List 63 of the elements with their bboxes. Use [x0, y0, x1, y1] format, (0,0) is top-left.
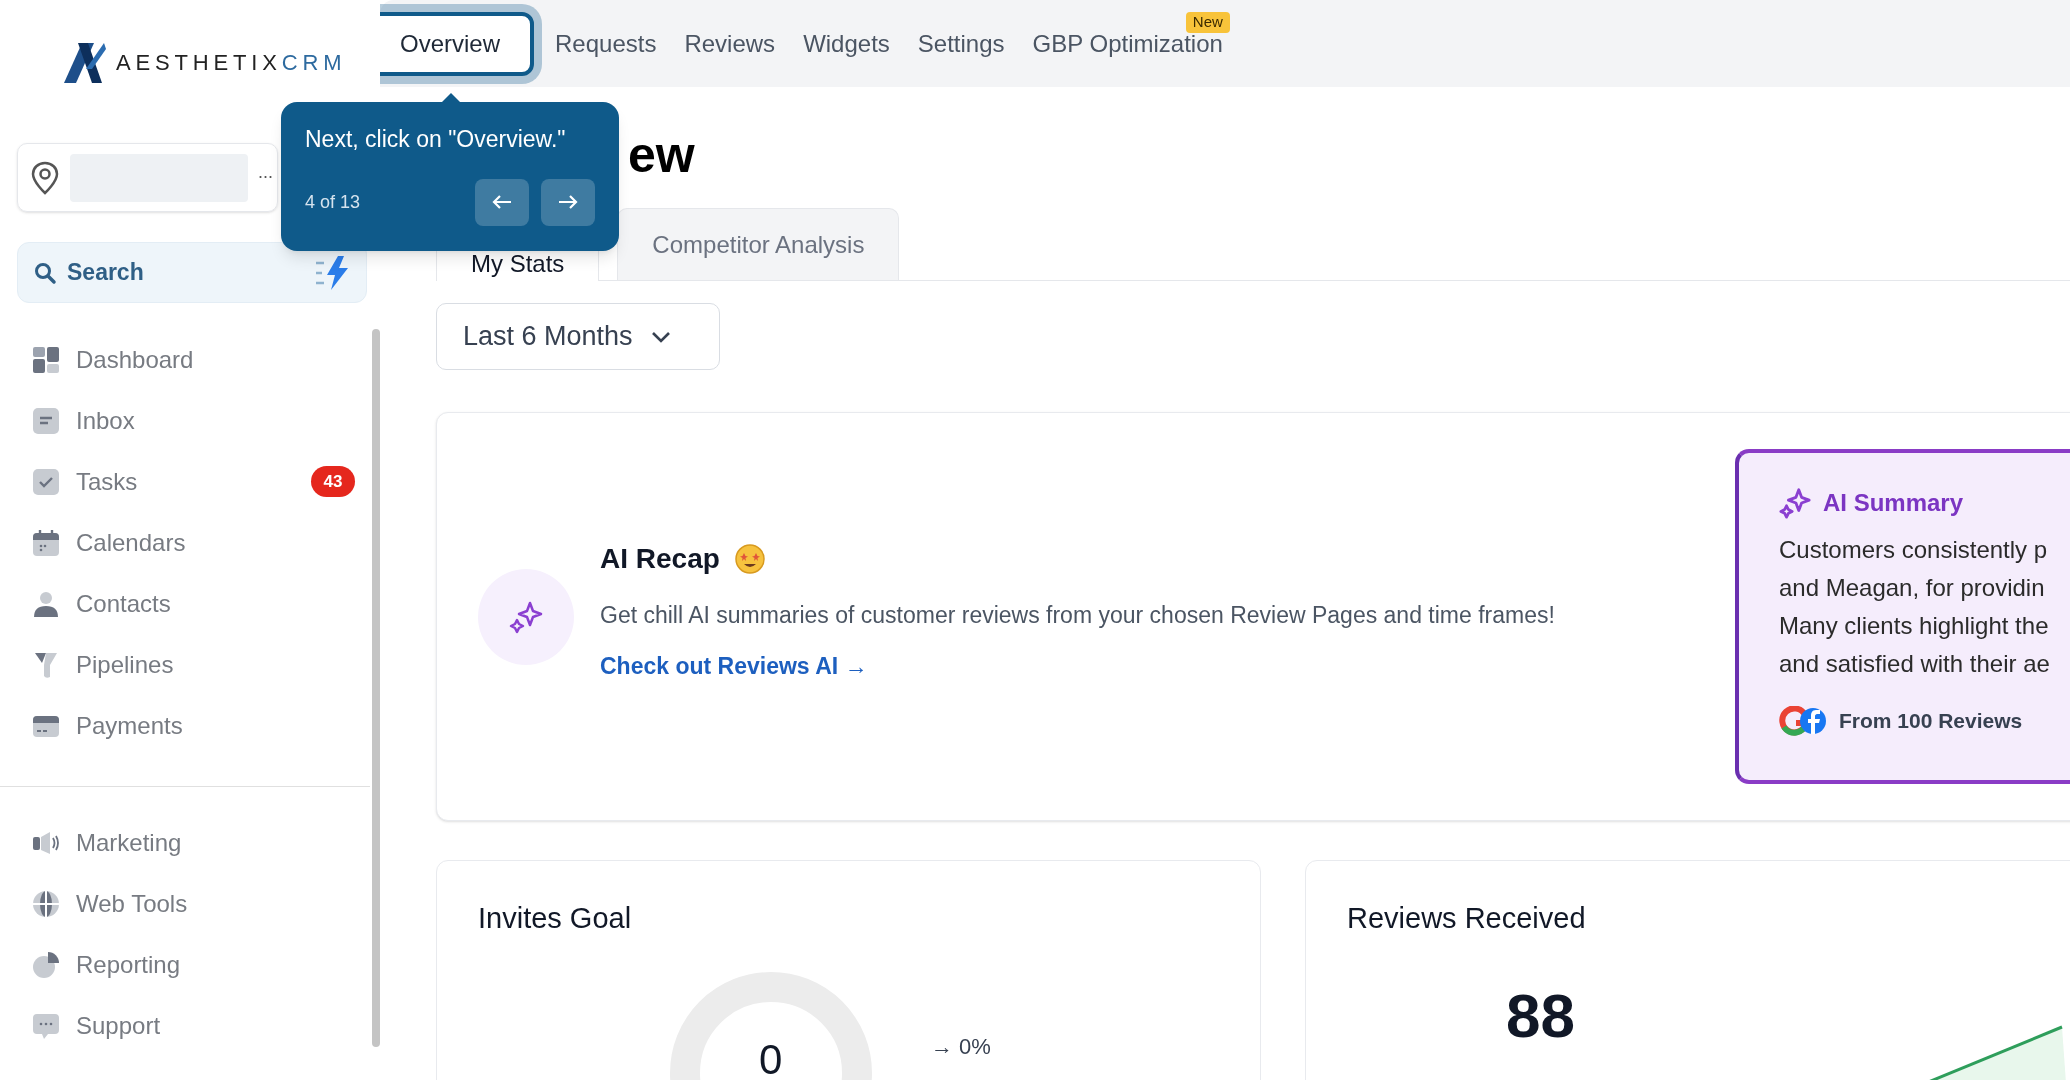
search-icon	[33, 260, 57, 285]
nav-tab[interactable]: Widgets	[790, 11, 903, 76]
brand-name: AESTHETIX	[116, 48, 282, 77]
step-counter: 4 of 13	[305, 190, 362, 214]
page-title: ew	[628, 126, 695, 185]
count-badge: 43	[311, 466, 355, 497]
ai-recap-title: AI Recap	[600, 542, 720, 576]
sparkle-icon	[1779, 487, 1811, 519]
summary-text-line: and satisfied with their ae	[1779, 649, 2050, 679]
nav-tab[interactable]: Settings	[904, 11, 1018, 76]
sidebar-item[interactable]: Reporting	[0, 934, 355, 995]
new-badge: New	[1185, 11, 1230, 33]
scrollbar[interactable]	[372, 329, 380, 1047]
nav-tab[interactable]: Requests	[542, 11, 670, 76]
summary-text-line: Customers consistently p	[1779, 535, 2048, 565]
sidebar-item[interactable]: Support	[0, 995, 355, 1056]
sidebar-item[interactable]: Web Tools	[0, 873, 355, 934]
location-pin-icon	[30, 160, 60, 195]
sparkle-icon	[509, 599, 543, 634]
review-count-label: From 100 Reviews	[1839, 708, 2023, 734]
next-button[interactable]	[541, 178, 595, 226]
sidebar-item[interactable]: Calendars	[0, 512, 355, 573]
card-title: Invites Goal	[478, 902, 632, 934]
brand-accent: CRM	[281, 48, 347, 77]
sidebar-item[interactable]: Dashboard	[0, 329, 355, 390]
sidebar-item[interactable]: Contacts	[0, 573, 355, 634]
pie-chart-icon	[32, 950, 60, 979]
more-glyph[interactable]: ...	[258, 159, 273, 186]
previous-button[interactable]	[475, 178, 529, 226]
card-title: Reviews Received	[1347, 902, 1586, 934]
checkbox-icon	[32, 467, 60, 496]
search-button[interactable]: Search	[17, 242, 367, 303]
nav-tab[interactable]: Reviews	[671, 11, 789, 76]
chat-bubble-icon	[32, 1011, 60, 1040]
inbox-icon	[32, 406, 60, 435]
arrow-right-icon	[558, 194, 578, 210]
reviews-ai-link[interactable]: Check out Reviews AI →	[600, 648, 868, 683]
ai-summary-title: AI Summary	[1823, 488, 1964, 518]
calendar-icon	[32, 528, 60, 557]
tooltip-message: Next, click on "Overview."	[305, 125, 567, 154]
person-icon	[32, 589, 60, 618]
chevron-down-icon	[650, 330, 671, 343]
stats-tab[interactable]: Competitor Analysis	[617, 208, 900, 280]
gauge-value: 0	[759, 1039, 783, 1080]
ai-recap-description: Get chill AI summaries of customer reviews from your chosen Review Pages and time frames!	[600, 601, 1556, 630]
sidebar-item[interactable]: Inbox	[0, 390, 355, 451]
emoji-icon	[733, 543, 766, 575]
nav-tab[interactable]: Overview	[380, 11, 535, 76]
arrow-left-icon	[492, 194, 512, 210]
dashboard-icon	[32, 345, 60, 374]
summary-text-line: Many clients highlight the	[1779, 611, 2049, 641]
funnel-icon	[32, 650, 60, 679]
sidebar-item[interactable]: Payments	[0, 695, 355, 756]
sidebar-item[interactable]: Marketing	[0, 812, 355, 873]
google-facebook-icon	[1779, 705, 1827, 736]
globe-icon	[32, 889, 60, 918]
reviews-total: 88	[1506, 985, 1575, 1047]
sidebar-item[interactable]: Tasks 43	[0, 451, 355, 512]
summary-text-line: and Meagan, for providin	[1779, 573, 2045, 603]
location-card[interactable]: ...	[17, 143, 278, 212]
sidebar-item[interactable]: Pipelines	[0, 634, 355, 695]
period-dropdown[interactable]: Last 6 Months	[436, 303, 720, 370]
change-label: → 0%	[931, 1033, 991, 1061]
